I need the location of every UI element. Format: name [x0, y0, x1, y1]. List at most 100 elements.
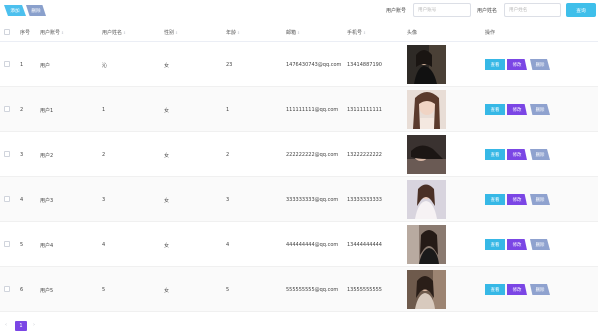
cell-account: 用户1	[40, 108, 54, 114]
user-table: 序号 用户账号⇕ 用户姓名⇕ 性别⇕ 年龄⇕ 邮箱⇕ 手机号⇕ 头像 操作 1 …	[0, 22, 598, 312]
cell-index: 3	[20, 152, 24, 158]
column-header-account-label: 用户账号	[40, 30, 61, 36]
cell-email: 111111111@qq.com	[286, 107, 339, 113]
edit-button[interactable]: 修改	[507, 104, 527, 115]
sort-icon[interactable]: ⇕	[123, 31, 126, 35]
chevron-right-icon[interactable]: ›	[33, 322, 35, 328]
column-header-phone[interactable]: 手机号⇕	[347, 29, 366, 36]
avatar	[407, 180, 446, 219]
view-button[interactable]: 查看	[485, 194, 505, 205]
cell-account: 用户2	[40, 153, 54, 159]
cell-phone: 13222222222	[347, 152, 382, 158]
cell-age: 5	[226, 287, 230, 293]
cell-email: 444444444@qq.com	[286, 242, 339, 248]
cell-age: 2	[226, 152, 230, 158]
sort-icon[interactable]: ⇕	[61, 31, 64, 35]
cell-index: 5	[20, 242, 24, 248]
view-button[interactable]: 查看	[485, 149, 505, 160]
delete-button[interactable]: 删除	[530, 59, 550, 70]
pagination: ‹ 1 ›	[0, 318, 598, 333]
sort-icon[interactable]: ⇕	[237, 31, 240, 35]
column-header-name[interactable]: 用户姓名⇕	[102, 29, 126, 36]
column-header-gender[interactable]: 性别⇕	[164, 29, 178, 36]
select-all-checkbox[interactable]	[4, 29, 10, 35]
column-header-age[interactable]: 年龄⇕	[226, 29, 240, 36]
cell-index: 4	[20, 197, 24, 203]
sort-icon[interactable]: ⇕	[175, 31, 178, 35]
row-checkbox[interactable]	[4, 106, 10, 112]
column-header-email-label: 邮箱	[286, 30, 297, 36]
cell-age: 4	[226, 242, 230, 248]
row-checkbox[interactable]	[4, 241, 10, 247]
edit-button[interactable]: 修改	[507, 194, 527, 205]
add-button[interactable]: 添加	[4, 5, 26, 16]
cell-email: 1476430743@qq.com	[286, 62, 342, 68]
search-button[interactable]: 查询	[566, 3, 596, 17]
avatar	[407, 135, 446, 174]
cell-phone: 13111111111	[347, 107, 382, 113]
cell-account: 用户5	[40, 288, 54, 294]
cell-phone: 13414887190	[347, 62, 382, 68]
view-button[interactable]: 查看	[485, 59, 505, 70]
delete-button[interactable]: 删除	[530, 104, 550, 115]
cell-name: 1	[102, 107, 106, 113]
cell-name: 4	[102, 242, 106, 248]
name-search-label: 用户姓名	[477, 8, 498, 14]
avatar	[407, 270, 446, 309]
page-number-current[interactable]: 1	[15, 321, 27, 331]
name-search-input[interactable]: 用户姓名	[504, 3, 561, 17]
table-row: 1 用户 沁 女 23 1476430743@qq.com 1341488719…	[0, 42, 598, 87]
delete-button[interactable]: 删除	[530, 239, 550, 250]
account-search-input[interactable]: 用户账号	[413, 3, 471, 17]
cell-age: 1	[226, 107, 230, 113]
row-checkbox[interactable]	[4, 196, 10, 202]
row-checkbox[interactable]	[4, 61, 10, 67]
chevron-left-icon[interactable]: ‹	[5, 322, 7, 328]
batch-delete-button[interactable]: 删除	[26, 5, 46, 16]
column-header-index: 序号	[20, 30, 31, 36]
view-button[interactable]: 查看	[485, 239, 505, 250]
cell-index: 1	[20, 62, 24, 68]
cell-email: 222222222@qq.com	[286, 152, 339, 158]
cell-index: 2	[20, 107, 24, 113]
toolbar: 添加 删除 用户账号 用户账号 用户姓名 用户姓名 查询	[0, 0, 598, 24]
edit-button[interactable]: 修改	[507, 59, 527, 70]
sort-icon[interactable]: ⇕	[363, 31, 366, 35]
cell-name: 3	[102, 197, 106, 203]
cell-age: 23	[226, 62, 233, 68]
cell-name: 2	[102, 152, 106, 158]
cell-email: 555555555@qq.com	[286, 287, 339, 293]
table-header: 序号 用户账号⇕ 用户姓名⇕ 性别⇕ 年龄⇕ 邮箱⇕ 手机号⇕ 头像 操作	[0, 22, 598, 42]
view-button[interactable]: 查看	[485, 104, 505, 115]
cell-name: 5	[102, 287, 106, 293]
column-header-account[interactable]: 用户账号⇕	[40, 29, 64, 36]
cell-account: 用户	[40, 63, 51, 69]
cell-account: 用户3	[40, 198, 54, 204]
cell-email: 333333333@qq.com	[286, 197, 339, 203]
cell-phone: 13444444444	[347, 242, 382, 248]
avatar	[407, 225, 446, 264]
edit-button[interactable]: 修改	[507, 284, 527, 295]
table-row: 3 用户2 2 女 2 222222222@qq.com 13222222222…	[0, 132, 598, 177]
column-header-email[interactable]: 邮箱⇕	[286, 29, 300, 36]
delete-button[interactable]: 删除	[530, 284, 550, 295]
row-checkbox[interactable]	[4, 151, 10, 157]
row-checkbox[interactable]	[4, 286, 10, 292]
avatar	[407, 45, 446, 84]
column-header-age-label: 年龄	[226, 30, 237, 36]
edit-button[interactable]: 修改	[507, 239, 527, 250]
delete-button[interactable]: 删除	[530, 149, 550, 160]
cell-phone: 13555555555	[347, 287, 382, 293]
view-button[interactable]: 查看	[485, 284, 505, 295]
table-row: 6 用户5 5 女 5 555555555@qq.com 13555555555…	[0, 267, 598, 312]
cell-gender: 女	[164, 243, 170, 249]
cell-gender: 女	[164, 153, 170, 159]
cell-index: 6	[20, 287, 24, 293]
cell-account: 用户4	[40, 243, 54, 249]
delete-button[interactable]: 删除	[530, 194, 550, 205]
column-header-actions: 操作	[485, 30, 496, 36]
avatar	[407, 90, 446, 129]
sort-icon[interactable]: ⇕	[297, 31, 300, 35]
edit-button[interactable]: 修改	[507, 149, 527, 160]
cell-gender: 女	[164, 108, 170, 114]
